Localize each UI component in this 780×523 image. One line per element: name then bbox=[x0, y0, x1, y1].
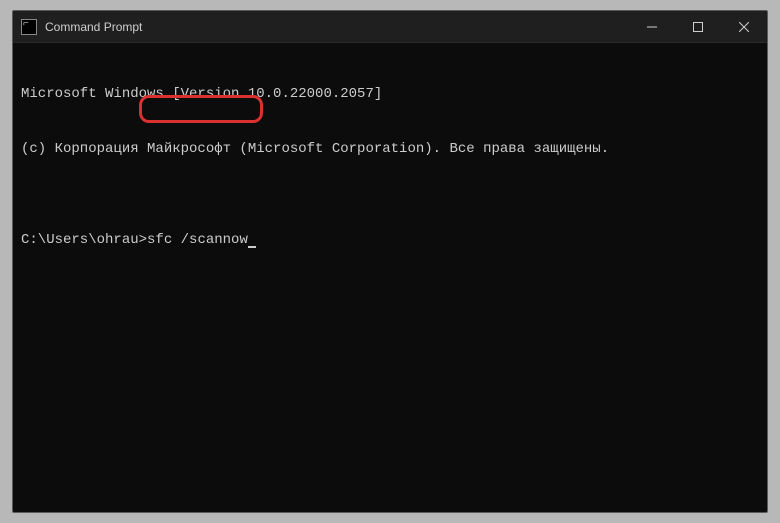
version-line: Microsoft Windows [Version 10.0.22000.20… bbox=[21, 85, 759, 103]
terminal-area[interactable]: Microsoft Windows [Version 10.0.22000.20… bbox=[13, 43, 767, 512]
command-prompt-icon bbox=[21, 19, 37, 35]
minimize-button[interactable] bbox=[629, 11, 675, 42]
prompt-text: C:\Users\ohrau> bbox=[21, 232, 147, 248]
cursor bbox=[248, 246, 256, 248]
command-prompt-window: Command Prompt Microsoft Windows [Versio… bbox=[12, 10, 768, 513]
prompt-line: C:\Users\ohrau>sfc /scannow bbox=[21, 231, 759, 249]
titlebar[interactable]: Command Prompt bbox=[13, 11, 767, 43]
window-controls bbox=[629, 11, 767, 42]
window-title: Command Prompt bbox=[45, 20, 142, 34]
close-button[interactable] bbox=[721, 11, 767, 42]
titlebar-left: Command Prompt bbox=[13, 19, 142, 35]
maximize-button[interactable] bbox=[675, 11, 721, 42]
copyright-line: (c) Корпорация Майкрософт (Microsoft Cor… bbox=[21, 140, 759, 158]
command-text: sfc /scannow bbox=[147, 232, 248, 248]
